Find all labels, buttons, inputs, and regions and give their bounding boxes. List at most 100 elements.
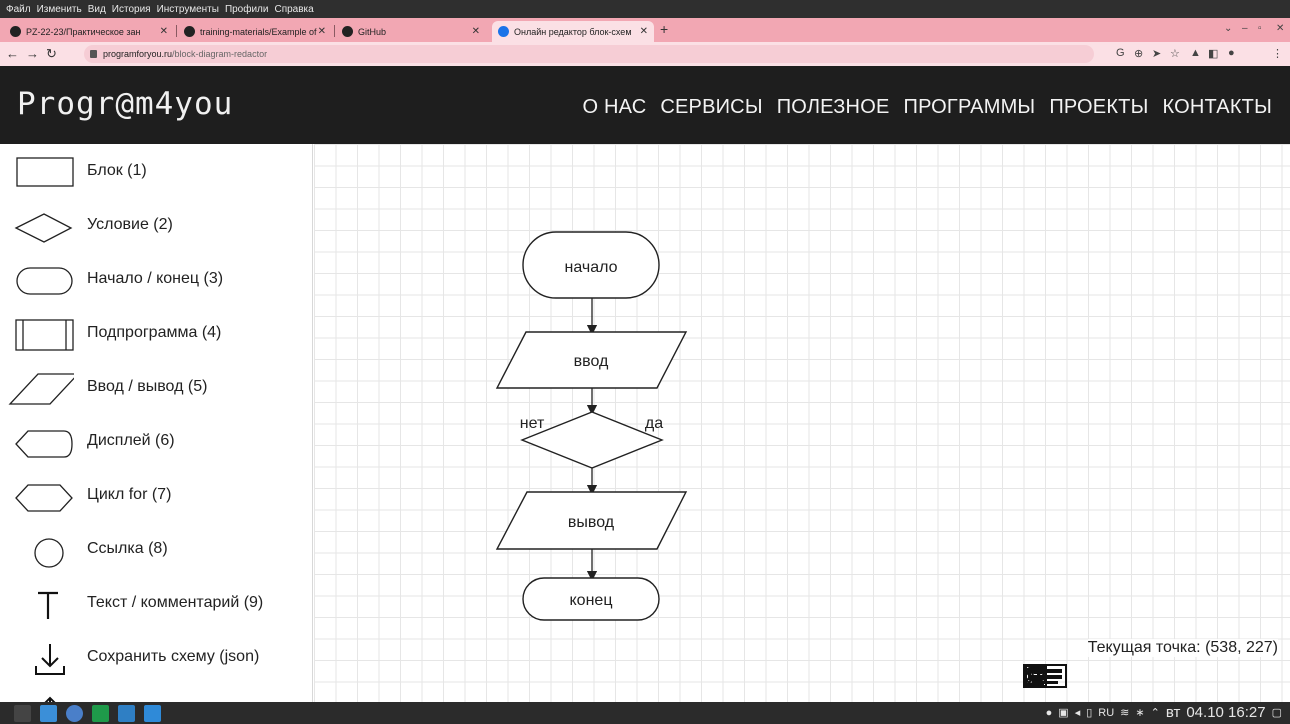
new-tab-button[interactable]: +: [660, 21, 668, 37]
extension-icon[interactable]: ▲: [1190, 47, 1201, 59]
close-tab-icon[interactable]: ✕: [160, 26, 168, 37]
condition-node[interactable]: нет да: [520, 411, 664, 469]
nav-contacts[interactable]: КОНТАКТЫ: [1163, 96, 1273, 119]
input-node[interactable]: ввод: [495, 331, 688, 389]
site-header: Progr@m4you О НАС СЕРВИСЫ ПОЛЕЗНОЕ ПРОГР…: [0, 66, 1290, 144]
palette-item-condition[interactable]: Условие (2): [0, 206, 312, 246]
palette-item-block[interactable]: Блок (1): [0, 152, 312, 192]
site-favicon-icon: [498, 26, 509, 37]
google-icon[interactable]: G: [1116, 47, 1125, 59]
profile-avatar-icon[interactable]: ●: [1228, 47, 1235, 59]
clock-day: вт: [1165, 704, 1181, 721]
palette-item-load-partial[interactable]: [0, 690, 312, 702]
send-icon[interactable]: ➤: [1152, 47, 1161, 60]
end-node-label: конец: [570, 592, 613, 609]
show-desktop-icon[interactable]: ▢: [1272, 706, 1282, 719]
close-tab-icon[interactable]: ✕: [640, 26, 648, 37]
palette-label: Дисплей (6): [87, 432, 175, 449]
lock-icon: [90, 50, 97, 58]
nav-about[interactable]: О НАС: [582, 96, 646, 119]
app-launcher-icon[interactable]: [14, 705, 31, 722]
zoom-out-button[interactable]: [1025, 662, 1138, 694]
nav-useful[interactable]: ПОЛЕЗНОЕ: [777, 96, 890, 119]
document-icon[interactable]: [144, 705, 161, 722]
github-icon: [10, 26, 21, 37]
close-tab-icon[interactable]: ✕: [472, 26, 480, 37]
palette-item-terminator[interactable]: Начало / конец (3): [0, 260, 312, 300]
tab-list-icon[interactable]: ⌄: [1224, 23, 1232, 34]
forward-icon[interactable]: →: [26, 46, 39, 61]
keyboard-layout[interactable]: RU: [1098, 707, 1114, 719]
pycharm-icon[interactable]: [92, 705, 109, 722]
start-node[interactable]: начало: [522, 231, 660, 299]
tab-label: PZ-22-23/Практическое зан: [26, 26, 141, 37]
palette-item-link[interactable]: Ссылка (8): [0, 530, 312, 570]
menu-view[interactable]: Вид: [88, 4, 106, 15]
palette-item-save-json[interactable]: Сохранить схему (json): [0, 638, 312, 678]
palette-item-display[interactable]: Дисплей (6): [0, 422, 312, 462]
back-icon[interactable]: ←: [6, 46, 19, 61]
output-node[interactable]: вывод: [495, 491, 688, 550]
zoom-in-button[interactable]: [1025, 662, 1180, 694]
redo-button[interactable]: [1024, 662, 1096, 694]
github-icon: [184, 26, 195, 37]
menu-file[interactable]: Файл: [6, 4, 31, 15]
tab-pz[interactable]: PZ-22-23/Практическое зан ✕: [4, 21, 174, 42]
menu-tools[interactable]: Инструменты: [157, 4, 219, 15]
palette-item-io[interactable]: Ввод / вывод (5): [0, 368, 312, 408]
upload-icon: [44, 696, 56, 702]
nav-projects[interactable]: ПРОЕКТЫ: [1049, 96, 1148, 119]
palette-item-for-loop[interactable]: Цикл for (7): [0, 476, 312, 516]
browser-menu-icon[interactable]: ⋮: [1272, 47, 1283, 60]
reload-icon[interactable]: ↻: [46, 46, 57, 62]
palette-item-subroutine[interactable]: Подпрограмма (4): [0, 314, 312, 354]
palette-label: Ссылка (8): [87, 540, 168, 557]
condition-yes-label: да: [645, 415, 663, 432]
volume-icon[interactable]: ◂: [1075, 706, 1081, 719]
desktop-icon[interactable]: [118, 705, 135, 722]
grid-toggle-button[interactable]: [1025, 662, 1222, 694]
close-window-icon[interactable]: ✕: [1276, 23, 1284, 34]
maximize-icon[interactable]: ▫: [1258, 23, 1262, 34]
terminator-icon: [16, 267, 73, 295]
menu-profiles[interactable]: Профили: [225, 4, 269, 15]
palette-label: Начало / конец (3): [87, 270, 224, 287]
clipboard-icon[interactable]: ▣: [1058, 706, 1068, 719]
download-icon: [35, 644, 65, 675]
network-status-icon[interactable]: ●: [1046, 707, 1053, 719]
keyboard-shortcuts-button[interactable]: [1023, 662, 1278, 694]
bookmark-star-icon[interactable]: ☆: [1170, 47, 1180, 60]
menu-history[interactable]: История: [112, 4, 151, 15]
tab-github[interactable]: GitHub ✕: [336, 21, 486, 42]
clock-datetime[interactable]: 04.10 16:27: [1186, 704, 1265, 721]
end-node[interactable]: конец: [522, 577, 660, 621]
file-manager-icon[interactable]: [40, 705, 57, 722]
flowchart: начало ввод нет да вывод конец: [495, 231, 688, 621]
display-icon: [15, 430, 73, 458]
zoom-icon[interactable]: ⊕: [1134, 47, 1143, 60]
bluetooth-icon[interactable]: ∗: [1135, 706, 1144, 719]
close-tab-icon[interactable]: ✕: [318, 26, 326, 37]
tray-expand-icon[interactable]: ⌃: [1151, 706, 1160, 719]
minimize-icon[interactable]: –: [1242, 23, 1248, 34]
nav-programs[interactable]: ПРОГРАММЫ: [904, 96, 1036, 119]
palette-item-text[interactable]: Текст / комментарий (9): [0, 584, 312, 624]
nav-services[interactable]: СЕРВИСЫ: [660, 96, 762, 119]
menu-edit[interactable]: Изменить: [37, 4, 82, 15]
diagram-canvas[interactable]: начало ввод нет да вывод конец Текущая т…: [314, 144, 1290, 702]
tab-label: training-materials/Example of: [200, 26, 317, 37]
palette-label: Текст / комментарий (9): [87, 594, 264, 611]
site-nav: О НАС СЕРВИСЫ ПОЛЕЗНОЕ ПРОГРАММЫ ПРОЕКТЫ…: [582, 96, 1272, 119]
github-icon: [342, 26, 353, 37]
wifi-icon[interactable]: ≋: [1120, 706, 1129, 719]
toolbar: ← → ↻ programforyou.ru/block-diagram-red…: [0, 42, 1290, 66]
browser-icon[interactable]: [66, 705, 83, 722]
menu-help[interactable]: Справка: [274, 4, 313, 15]
battery-icon[interactable]: ▯: [1086, 706, 1092, 719]
sidebar-icon[interactable]: ◧: [1208, 47, 1218, 60]
address-bar[interactable]: programforyou.ru/block-diagram-redactor: [84, 45, 1094, 63]
tab-label: Онлайн редактор блок-схем: [514, 26, 632, 37]
tab-training-materials[interactable]: training-materials/Example of ✕: [178, 21, 332, 42]
site-logo[interactable]: Progr@m4you: [17, 86, 233, 122]
tab-block-diagram-editor[interactable]: Онлайн редактор блок-схем ✕: [492, 21, 654, 42]
